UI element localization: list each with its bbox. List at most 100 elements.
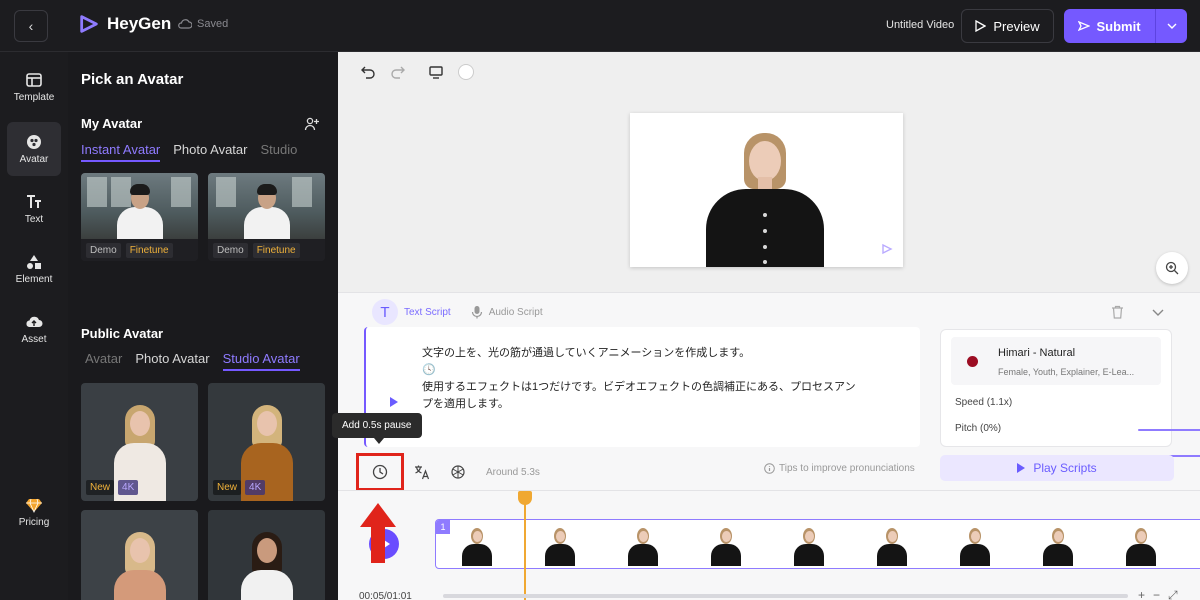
play-scripts-button[interactable]: Play Scripts bbox=[940, 455, 1174, 481]
brand-logo[interactable]: HeyGen bbox=[78, 13, 171, 35]
translate-icon[interactable] bbox=[414, 464, 430, 480]
public-avatar-card[interactable] bbox=[208, 510, 325, 600]
monitor-icon[interactable] bbox=[428, 64, 444, 80]
text-script-label: Text Script bbox=[404, 306, 451, 318]
avatar-thumbnail bbox=[208, 173, 325, 239]
demo-tag: Demo bbox=[213, 242, 248, 258]
voice-selector[interactable]: Himari - Natural Female, Youth, Explaine… bbox=[951, 337, 1161, 385]
timecode: 00:05/01:01 bbox=[359, 591, 412, 600]
text-icon bbox=[27, 195, 41, 208]
pitch-knob[interactable] bbox=[1194, 455, 1200, 457]
tab-instant-avatar[interactable]: Instant Avatar bbox=[81, 142, 161, 162]
red-arrow-annotation bbox=[360, 503, 396, 563]
zoom-in-icon[interactable]: + bbox=[1138, 588, 1145, 600]
canvas-toolbar bbox=[360, 64, 474, 80]
trash-icon[interactable] bbox=[1111, 305, 1124, 319]
zoom-button[interactable] bbox=[1156, 252, 1188, 284]
tab-photo-avatar[interactable]: Photo Avatar bbox=[135, 351, 209, 371]
text-t-icon: T bbox=[372, 299, 398, 325]
tab-studio[interactable]: Studio bbox=[260, 142, 297, 162]
my-avatar-card[interactable]: Demo Finetune bbox=[81, 173, 198, 261]
preview-button[interactable]: Preview bbox=[961, 9, 1054, 43]
upload-cloud-icon bbox=[26, 316, 43, 327]
speed-slider-row: Speed (1.1x) bbox=[955, 394, 1200, 431]
microphone-icon bbox=[471, 306, 482, 319]
play-scripts-label: Play Scripts bbox=[1033, 461, 1097, 475]
playhead-handle[interactable] bbox=[518, 491, 532, 505]
undo-icon[interactable] bbox=[360, 64, 376, 80]
saved-label: Saved bbox=[197, 18, 229, 30]
card-tags: Demo Finetune bbox=[81, 239, 198, 261]
public-avatar-card[interactable] bbox=[81, 510, 198, 600]
tab-studio-avatar[interactable]: Studio Avatar bbox=[222, 351, 300, 371]
public-avatar-card[interactable]: New 4K bbox=[81, 383, 198, 501]
public-avatar-card[interactable]: New 4K bbox=[208, 383, 325, 501]
submit-button[interactable]: Submit bbox=[1064, 9, 1187, 43]
japan-flag-icon bbox=[967, 356, 978, 367]
script-editor[interactable]: 文字の上を、光の筋が通過していくアニメーションを作成します。 🕓 使用するエフェ… bbox=[364, 327, 947, 447]
my-avatar-card[interactable]: Demo Finetune bbox=[208, 173, 325, 261]
submit-label: Submit bbox=[1096, 18, 1141, 34]
track-frame bbox=[1120, 526, 1162, 566]
script-text[interactable]: 文字の上を、光の筋が通過していくアニメーションを作成します。 🕓 使用するエフェ… bbox=[422, 345, 892, 413]
pronunciation-tips-link[interactable]: Tips to improve pronunciations bbox=[764, 463, 915, 474]
timeline-zoom-controls: + − ⤢ bbox=[1138, 588, 1178, 600]
fit-icon[interactable]: ⤢ bbox=[1168, 588, 1178, 600]
pitch-slider-row: Pitch (0%) bbox=[955, 420, 1200, 457]
pause-tooltip: Add 0.5s pause bbox=[332, 413, 422, 444]
timeline-scrollbar[interactable] bbox=[443, 594, 1128, 598]
diamond-icon bbox=[26, 498, 42, 513]
pause-marker[interactable]: 🕓 bbox=[422, 362, 892, 379]
avatar-thumbnail bbox=[108, 524, 172, 600]
track-frame bbox=[954, 526, 996, 566]
nav-item-text[interactable]: Text bbox=[7, 182, 61, 236]
nav-item-element[interactable]: Element bbox=[7, 242, 61, 296]
card-tags: Demo Finetune bbox=[208, 239, 325, 261]
ai-icon[interactable] bbox=[450, 464, 466, 480]
panel-title: Pick an Avatar bbox=[81, 71, 184, 88]
track-frame bbox=[705, 526, 747, 566]
avatar-thumbnail bbox=[235, 524, 299, 600]
chevron-down-icon[interactable] bbox=[1151, 305, 1165, 319]
tab-text-script[interactable]: T Text Script bbox=[372, 299, 451, 325]
tab-avatar[interactable]: Avatar bbox=[85, 351, 122, 371]
nav-item-asset[interactable]: Asset bbox=[7, 302, 61, 356]
nav-item-template[interactable]: Template bbox=[7, 60, 61, 114]
video-title[interactable]: Untitled Video bbox=[886, 19, 954, 31]
background-color-picker[interactable] bbox=[458, 64, 474, 80]
public-avatar-heading: Public Avatar bbox=[81, 326, 164, 341]
chevron-down-icon bbox=[1167, 23, 1176, 29]
submit-options-button[interactable] bbox=[1155, 9, 1187, 43]
tab-audio-script[interactable]: Audio Script bbox=[471, 305, 543, 319]
cloud-icon bbox=[178, 19, 192, 29]
nav-item-pricing[interactable]: Pricing bbox=[7, 484, 61, 540]
shapes-icon bbox=[27, 255, 41, 269]
nav-item-avatar[interactable]: Avatar bbox=[7, 122, 61, 176]
voice-name: Himari - Natural bbox=[998, 347, 1076, 359]
finetune-tag[interactable]: Finetune bbox=[125, 242, 173, 258]
avatar-panel: Pick an Avatar My Avatar Instant Avatar … bbox=[68, 52, 338, 600]
avatar-presenter[interactable] bbox=[706, 133, 824, 267]
add-pause-button[interactable] bbox=[356, 453, 404, 491]
pitch-label: Pitch (0%) bbox=[955, 422, 1002, 434]
back-button[interactable]: ‹ bbox=[14, 10, 48, 42]
nav-label: Asset bbox=[21, 334, 47, 345]
video-preview[interactable] bbox=[630, 113, 903, 267]
zoom-out-icon[interactable]: − bbox=[1153, 588, 1160, 600]
add-person-icon[interactable] bbox=[304, 116, 320, 132]
avatar-track[interactable]: 1 bbox=[435, 519, 1200, 569]
script-line: 使用するエフェクトは1つだけです。ビデオエフェクトの色調補正にある、プロセスアン bbox=[422, 381, 856, 393]
submit-main[interactable]: Submit bbox=[1064, 9, 1155, 43]
4k-tag: 4K bbox=[118, 480, 139, 495]
script-play-icon[interactable] bbox=[390, 397, 398, 407]
heygen-logo-icon bbox=[80, 15, 98, 33]
tab-photo-avatar[interactable]: Photo Avatar bbox=[173, 142, 247, 162]
public-avatar-tabs: Avatar Photo Avatar Studio Avatar bbox=[81, 351, 300, 371]
track-frame bbox=[539, 526, 581, 566]
playhead[interactable] bbox=[524, 491, 526, 600]
script-line: プを適用します。 bbox=[422, 398, 509, 410]
redo-icon[interactable] bbox=[390, 64, 406, 80]
tooltip-text: Add 0.5s pause bbox=[342, 420, 412, 431]
track-frame bbox=[456, 526, 498, 566]
finetune-tag[interactable]: Finetune bbox=[252, 242, 300, 258]
